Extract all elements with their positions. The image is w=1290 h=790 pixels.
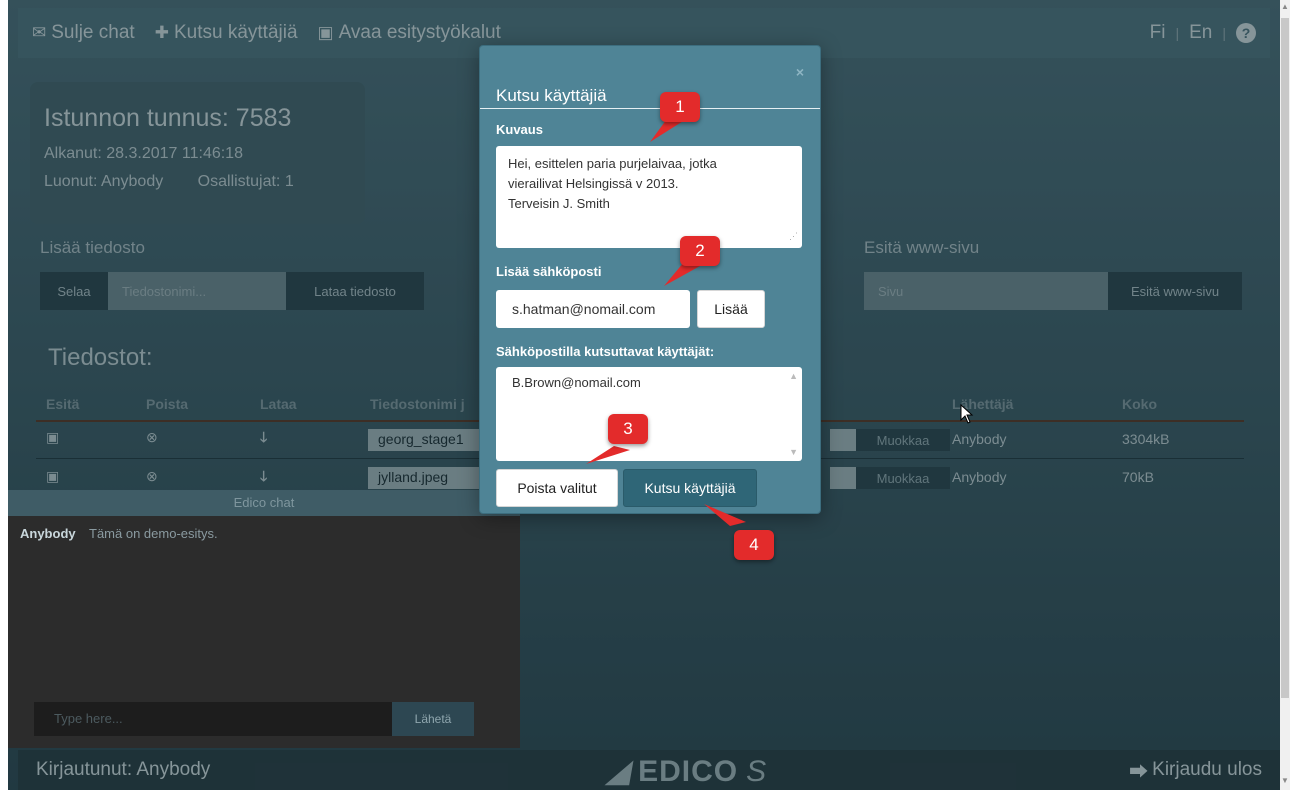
resize-grip-icon[interactable]: ⋰ bbox=[789, 226, 798, 246]
filename-input[interactable]: Tiedostonimi... bbox=[108, 272, 286, 310]
modal-divider bbox=[480, 108, 820, 109]
session-info-box: Istunnon tunnus: 7583 Alkanut: 28.3.2017… bbox=[30, 82, 365, 224]
close-chat-button[interactable]: ✉ Sulje chat bbox=[32, 22, 135, 44]
column-header-delete: Poista bbox=[146, 396, 189, 412]
email-input[interactable]: s.hatman@nomail.com bbox=[496, 290, 690, 328]
session-creator: Luonut: Anybody bbox=[44, 173, 164, 190]
www-label: Esitä www-sivu bbox=[864, 238, 980, 257]
help-icon[interactable]: ? bbox=[1236, 23, 1256, 43]
list-scroll-down-icon[interactable]: ▼ bbox=[789, 447, 798, 457]
invite-users-button[interactable]: ✚ Kutsu käyttäjiä bbox=[155, 22, 298, 44]
description-label: Kuvaus bbox=[496, 122, 543, 137]
callout-3: 3 bbox=[608, 414, 648, 444]
logged-in-label: Kirjautunut: Anybody bbox=[36, 759, 211, 780]
page-scrollbar[interactable]: ▲ ▼ bbox=[1280, 0, 1290, 790]
description-line: vierailivat Helsingissä v 2013. bbox=[508, 176, 679, 191]
www-page-input[interactable]: Sivu bbox=[864, 272, 1108, 310]
logout-icon: ⮕ bbox=[1129, 761, 1149, 783]
footer-bar: Kirjautunut: Anybody ◢ EDICO S ⮕ Kirjaudu … bbox=[18, 750, 1280, 790]
chat-message: Anybody Tämä on demo-esitys. bbox=[20, 526, 508, 541]
play-square-icon: ▣ bbox=[317, 23, 334, 42]
description-line: Terveisin J. Smith bbox=[508, 196, 610, 211]
invited-user-item[interactable]: B.Brown@nomail.com bbox=[512, 375, 786, 390]
download-icon[interactable]: 🡓 bbox=[260, 427, 267, 451]
logo-s: S bbox=[746, 755, 768, 788]
add-file-label: Lisää tiedosto bbox=[40, 238, 145, 257]
filename-field[interactable]: georg_stage1 bbox=[368, 429, 496, 451]
logout-label: Kirjaudu ulos bbox=[1152, 759, 1262, 780]
logout-button[interactable]: ⮕ Kirjaudu ulos bbox=[1129, 757, 1262, 784]
session-started: Alkanut: 28.3.2017 11:46:18 bbox=[44, 145, 243, 162]
language-switcher: Fi | En | ? bbox=[1150, 22, 1256, 44]
callout-1: 1 bbox=[660, 92, 700, 122]
edit-button[interactable]: Muokkaa bbox=[856, 429, 950, 451]
chat-text: Tämä on demo-esitys. bbox=[89, 526, 218, 541]
delete-icon[interactable]: ⊗ bbox=[146, 468, 158, 485]
mouse-cursor-icon bbox=[960, 404, 974, 424]
column-header-size: Koko bbox=[1122, 396, 1157, 412]
remove-selected-button[interactable]: Poista valitut bbox=[496, 469, 618, 507]
invited-users-list[interactable]: B.Brown@nomail.com ▲ ▼ bbox=[496, 367, 802, 461]
present-icon[interactable]: ▣ bbox=[46, 468, 59, 485]
callout-4: 4 bbox=[734, 530, 774, 560]
open-tools-button[interactable]: ▣ Avaa esitystyökalut bbox=[318, 22, 501, 44]
lang-separator: | bbox=[1222, 25, 1226, 41]
filename-field[interactable]: jylland.jpeg bbox=[368, 467, 496, 489]
files-title: Tiedostot: bbox=[48, 344, 153, 371]
open-tools-label: Avaa esitystyökalut bbox=[338, 22, 501, 43]
envelope-icon: ✉ bbox=[32, 23, 47, 42]
present-www-button[interactable]: Esitä www-sivu bbox=[1108, 272, 1242, 310]
session-meta: Luonut: Anybody Osallistujat: 1 bbox=[44, 173, 351, 191]
description-line: Hei, esittelen paria purjelaivaa, jotka bbox=[508, 156, 717, 171]
logo-mark-icon: ◢ bbox=[605, 755, 635, 788]
callout-2: 2 bbox=[680, 236, 720, 266]
invite-users-modal: Kutsu käyttäjiä × Kuvaus Hei, esittelen … bbox=[479, 45, 821, 514]
edit-button[interactable]: Muokkaa bbox=[856, 467, 950, 489]
scroll-up-icon[interactable]: ▲ bbox=[1281, 2, 1289, 11]
present-icon[interactable]: ▣ bbox=[46, 429, 59, 446]
add-email-button[interactable]: Lisää bbox=[697, 290, 765, 328]
chat-input[interactable]: Type here... bbox=[34, 702, 392, 736]
column-header-present: Esitä bbox=[46, 396, 80, 412]
modal-title: Kutsu käyttäjiä bbox=[496, 86, 607, 105]
lang-separator: | bbox=[1175, 25, 1180, 41]
delete-icon[interactable]: ⊗ bbox=[146, 429, 158, 446]
invited-users-label: Sähköpostilla kutsuttavat käyttäjät: bbox=[496, 344, 715, 359]
scrollbar-thumb[interactable] bbox=[1281, 18, 1289, 698]
size-cell: 70kB bbox=[1122, 469, 1154, 485]
browse-button[interactable]: Selaa bbox=[40, 272, 108, 310]
download-icon[interactable]: 🡓 bbox=[260, 466, 267, 490]
invite-users-label: Kutsu käyttäjiä bbox=[173, 22, 298, 43]
session-id-title: Istunnon tunnus: 7583 bbox=[44, 104, 292, 132]
lang-fi-link[interactable]: Fi bbox=[1150, 22, 1166, 44]
column-header-download: Lataa bbox=[260, 396, 297, 412]
chat-author: Anybody bbox=[20, 526, 76, 541]
sender-cell: Anybody bbox=[952, 469, 1007, 485]
column-header-filename: Tiedostonimi j bbox=[370, 396, 465, 412]
lang-en-link[interactable]: En bbox=[1189, 22, 1212, 44]
close-icon[interactable]: × bbox=[796, 64, 804, 80]
plus-icon: ✚ bbox=[154, 23, 169, 42]
session-participants: Osallistujat: 1 bbox=[197, 173, 294, 190]
invite-users-submit-button[interactable]: Kutsu käyttäjiä bbox=[623, 469, 757, 507]
scroll-down-icon[interactable]: ▼ bbox=[1281, 776, 1289, 785]
sender-cell: Anybody bbox=[952, 431, 1007, 447]
size-cell: 3304kB bbox=[1122, 431, 1170, 447]
logo-text: EDICO bbox=[638, 755, 739, 788]
list-scroll-up-icon[interactable]: ▲ bbox=[789, 371, 798, 381]
upload-file-button[interactable]: Lataa tiedosto bbox=[286, 272, 424, 310]
filename-field-end bbox=[830, 467, 856, 489]
chat-send-button[interactable]: Lähetä bbox=[392, 702, 474, 736]
edico-logo: ◢ EDICO S bbox=[605, 754, 768, 789]
chat-header[interactable]: Edico chat bbox=[8, 490, 520, 516]
filename-field-end bbox=[830, 429, 856, 451]
close-chat-label: Sulje chat bbox=[51, 22, 135, 43]
description-textarea[interactable]: Hei, esittelen paria purjelaivaa, jotka … bbox=[496, 146, 802, 248]
add-email-label: Lisää sähköposti bbox=[496, 264, 602, 279]
